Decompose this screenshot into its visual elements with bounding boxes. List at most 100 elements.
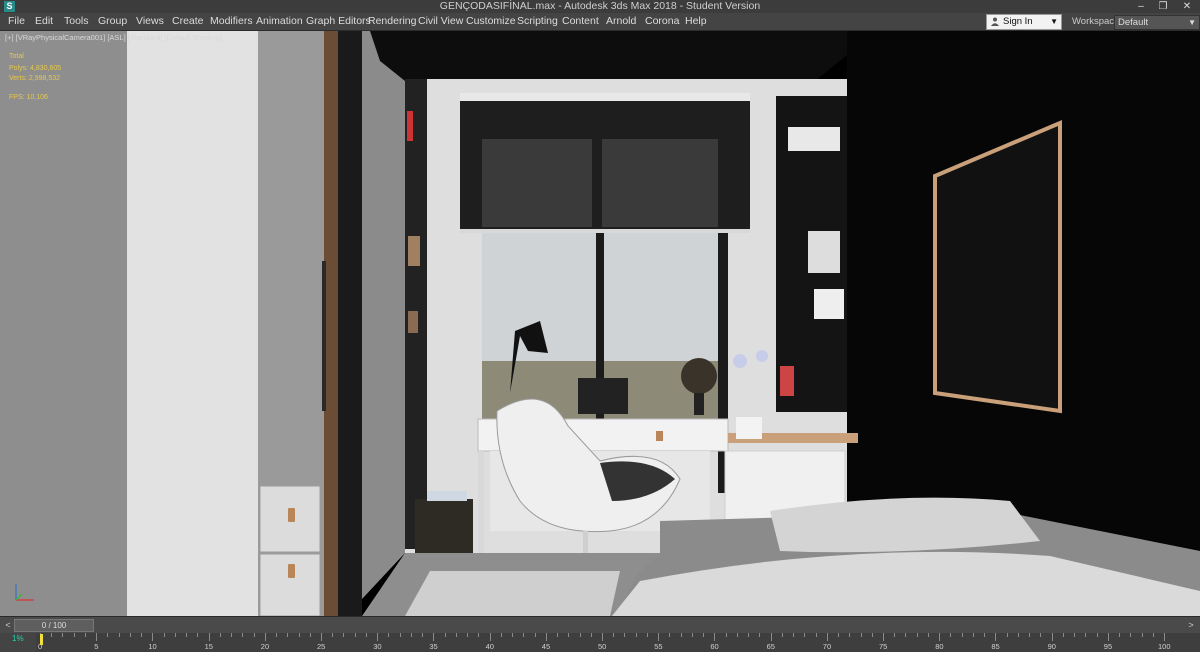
track-tick: [1062, 633, 1064, 637]
user-icon: [991, 17, 999, 26]
track-tick: [377, 633, 379, 641]
menu-scripting[interactable]: Scripting: [517, 13, 558, 30]
menu-civil-view[interactable]: Civil View: [418, 13, 463, 30]
magazines: [427, 491, 467, 501]
track-tick: [1074, 633, 1076, 637]
stats-total-label: Total: [9, 53, 24, 60]
track-tick: [894, 633, 896, 637]
menu-group[interactable]: Group: [98, 13, 127, 30]
track-tick: [1152, 633, 1154, 637]
wardrobe-side: [362, 31, 405, 599]
menu-views[interactable]: Views: [136, 13, 164, 30]
track-bar[interactable]: 1% 0 5 10 15 20 25 30 35 40 45 50 55 60 65 70 75 80 85 90 9…: [0, 633, 1200, 652]
playhead[interactable]: [40, 634, 43, 645]
track-tick: [388, 633, 390, 637]
menu-edit[interactable]: Edit: [35, 13, 53, 30]
track-tick-label: 10: [148, 642, 157, 651]
track-bar-icon[interactable]: 1%: [0, 633, 36, 652]
desk-drawer-handle: [656, 431, 663, 441]
track-tick: [1141, 633, 1143, 637]
close-button[interactable]: ✕: [1176, 0, 1198, 13]
track-tick: [163, 633, 165, 637]
menu-content[interactable]: Content: [562, 13, 599, 30]
track-tick: [534, 633, 536, 637]
track-tick: [264, 633, 266, 641]
track-tick: [489, 633, 491, 641]
next-frame-button[interactable]: >: [1186, 620, 1196, 630]
track-tick-label: 35: [429, 642, 438, 651]
track-tick: [410, 633, 412, 637]
menu-rendering[interactable]: Rendering: [368, 13, 416, 30]
restore-button[interactable]: ❐: [1152, 0, 1174, 13]
track-tick: [455, 633, 457, 637]
menu-customize[interactable]: Customize: [466, 13, 516, 30]
shelf-books: [814, 289, 844, 319]
track-tick: [309, 633, 311, 637]
track-tick: [613, 633, 615, 637]
blind-panel: [602, 139, 718, 227]
prev-frame-button[interactable]: <: [3, 620, 13, 630]
track-tick-label: 5: [94, 642, 99, 651]
menu-help[interactable]: Help: [685, 13, 707, 30]
track-tick: [1040, 633, 1042, 637]
menu-graph-editors[interactable]: Graph Editors: [306, 13, 371, 30]
menu-file[interactable]: File: [8, 13, 25, 30]
menu-tools[interactable]: Tools: [64, 13, 89, 30]
track-tick: [523, 633, 525, 637]
stats-verts-value: 2,998,532: [28, 75, 61, 82]
track-tick: [500, 633, 502, 637]
track-tick: [961, 633, 963, 637]
stats-verts: Verts: 2,998,532: [9, 75, 60, 82]
wall-edge: [338, 31, 362, 616]
pillow: [770, 497, 1040, 553]
track-tick: [219, 633, 221, 637]
drawer-lower: [259, 553, 321, 616]
sign-in-dropdown[interactable]: Sign In ▼: [986, 14, 1062, 30]
workspace-select[interactable]: Default ▼: [1114, 15, 1200, 30]
track-tick: [422, 633, 424, 637]
viewport-render: [0, 31, 1200, 616]
track-tick-label: 65: [766, 642, 775, 651]
track-tick: [860, 633, 862, 637]
track-tick: [321, 633, 322, 641]
track-tick: [1017, 633, 1019, 637]
track-tick: [579, 633, 581, 637]
track-tick: [883, 633, 884, 641]
blind-roller: [460, 93, 750, 101]
globe: [681, 358, 717, 394]
track-tick: [73, 633, 75, 637]
track-tick: [298, 633, 300, 637]
track-tick-label: 15: [204, 642, 213, 651]
menu-modifiers[interactable]: Modifiers: [210, 13, 253, 30]
axis-gizmo-icon: [15, 584, 34, 601]
minimize-button[interactable]: –: [1130, 0, 1152, 13]
track-tick: [174, 633, 176, 637]
track-tick: [84, 633, 86, 637]
track-tick: [849, 633, 851, 637]
track-tick: [231, 633, 233, 637]
door-handle: [322, 261, 326, 411]
track-tick: [1006, 633, 1008, 637]
track-tick: [995, 633, 997, 641]
sign-in-label: Sign In: [1003, 16, 1033, 27]
track-bar-ruler[interactable]: 0 5 10 15 20 25 30 35 40 45 50 55 60 65 70 75 80 85 90 95 10…: [36, 633, 1200, 652]
time-slider-thumb[interactable]: 0 / 100: [14, 619, 94, 632]
track-tick: [118, 633, 120, 637]
menu-create[interactable]: Create: [172, 13, 204, 30]
time-slider[interactable]: < 0 / 100 >: [0, 616, 1200, 633]
viewport-label[interactable]: [+] [VRayPhysicalCamera001] [ASL] [Stand…: [5, 33, 222, 42]
track-tick: [781, 633, 783, 637]
track-tick: [939, 633, 941, 641]
perspective-viewport[interactable]: [+] [VRayPhysicalCamera001] [ASL] [Stand…: [0, 31, 1200, 616]
stats-total: Total: [9, 53, 24, 60]
stats-verts-label: Verts:: [9, 75, 27, 82]
menu-animation[interactable]: Animation: [256, 13, 303, 30]
track-tick: [714, 633, 716, 641]
shelf-books: [780, 366, 794, 396]
menu-arnold[interactable]: Arnold: [606, 13, 636, 30]
shelf-book: [407, 111, 413, 141]
track-tick: [871, 633, 873, 637]
menu-corona[interactable]: Corona: [645, 13, 679, 30]
chevron-down-icon: ▼: [1188, 18, 1196, 27]
track-tick: [838, 633, 840, 637]
